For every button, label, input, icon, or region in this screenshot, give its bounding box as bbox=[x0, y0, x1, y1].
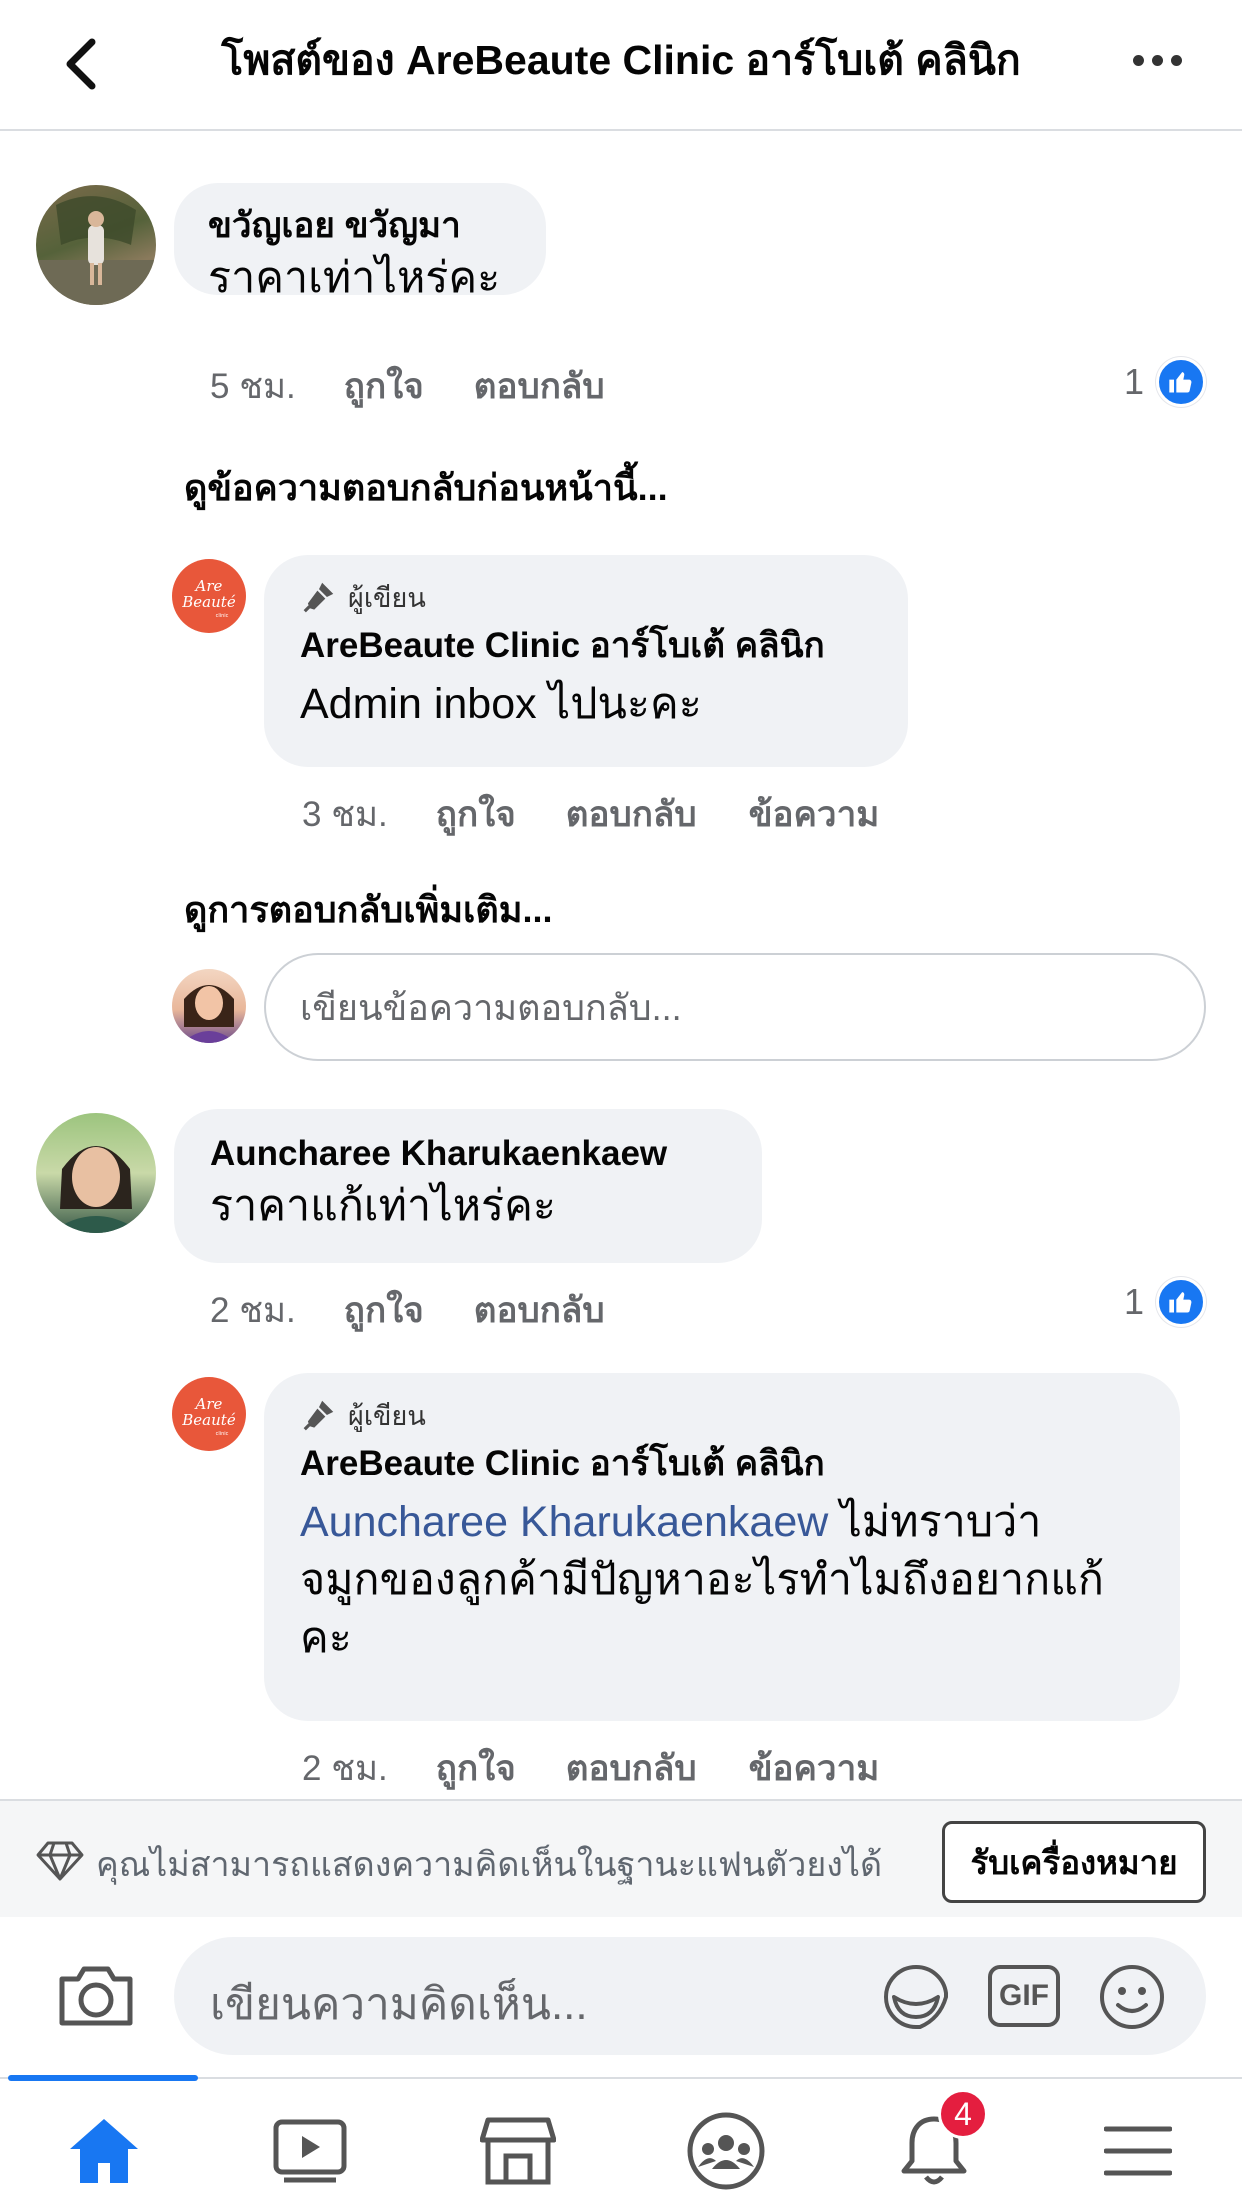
user-photo-icon bbox=[182, 985, 236, 1043]
reply-bubble[interactable]: ผู้เขียน AreBeaute Clinic อาร์โบเต้ คลิน… bbox=[264, 1373, 1180, 1721]
menu-icon bbox=[1104, 2126, 1172, 2176]
reply-button[interactable]: ตอบกลับ bbox=[566, 787, 697, 842]
reply-author[interactable]: AreBeaute Clinic อาร์โบเต้ คลินิก bbox=[300, 623, 872, 669]
active-tab-indicator bbox=[8, 2075, 198, 2081]
svg-text:clinic: clinic bbox=[216, 613, 229, 619]
avatar[interactable] bbox=[36, 1113, 156, 1233]
microphone-icon bbox=[303, 1400, 334, 1431]
author-badge: ผู้เขียน bbox=[300, 577, 872, 617]
comment-actions: 5 ชม. ถูกใจ ตอบกลับ bbox=[210, 359, 605, 414]
comment-author[interactable]: Auncharee Kharukaenkaew bbox=[210, 1131, 726, 1177]
view-more-replies-link[interactable]: ดูการตอบกลับเพิ่มเติม... bbox=[184, 881, 552, 938]
tab-notifications[interactable]: 4 bbox=[890, 2089, 988, 2193]
current-user-avatar bbox=[172, 969, 246, 1043]
user-photo-icon bbox=[36, 196, 156, 305]
comment-text: ราคาแก้เท่าไหร่คะ bbox=[210, 1182, 557, 1230]
svg-text:Beauté: Beauté bbox=[181, 593, 236, 611]
more-options-button[interactable] bbox=[1112, 24, 1202, 96]
back-button[interactable] bbox=[40, 24, 120, 104]
reply-author[interactable]: AreBeaute Clinic อาร์โบเต้ คลินิก bbox=[300, 1441, 1144, 1487]
clinic-avatar[interactable]: Are Beauté clinic bbox=[172, 559, 246, 633]
author-badge: ผู้เขียน bbox=[300, 1395, 1144, 1435]
tab-marketplace[interactable] bbox=[474, 2109, 562, 2193]
reply-bubble[interactable]: ผู้เขียน AreBeaute Clinic อาร์โบเต้ คลิน… bbox=[264, 555, 908, 767]
user-photo-icon bbox=[50, 1146, 142, 1233]
reply-text-line2: จมูกของลูกค้ามีปัญหาอะไรทำไมถึงอยากแก้ bbox=[300, 1556, 1104, 1604]
get-badge-button[interactable]: รับเครื่องหมาย bbox=[942, 1821, 1206, 1903]
comment-time: 2 ชม. bbox=[210, 1291, 296, 1330]
clinic-logo-icon: Are Beauté clinic bbox=[181, 577, 236, 619]
message-button[interactable]: ข้อความ bbox=[749, 787, 880, 842]
like-count: 1 bbox=[1124, 1281, 1145, 1322]
author-badge-label: ผู้เขียน bbox=[348, 582, 426, 613]
reply-input-placeholder: เขียนข้อความตอบกลับ... bbox=[300, 986, 682, 1028]
comment-actions: 2 ชม. ถูกใจ ตอบกลับ bbox=[210, 1283, 605, 1338]
clinic-avatar[interactable]: Are Beauté clinic bbox=[172, 1377, 246, 1451]
reply-text: Admin inbox ไปนะคะ bbox=[300, 680, 702, 728]
bottom-tab-bar: 4 bbox=[0, 2075, 1242, 2208]
avatar[interactable] bbox=[36, 185, 156, 305]
reply-text-line3: คะ bbox=[300, 1614, 352, 1662]
comment-composer: เขียนความคิดเห็น... GIF bbox=[0, 1917, 1242, 2077]
comment-bubble[interactable]: ขวัญเอย ขวัญมา ราคาเท่าไหร่คะ bbox=[174, 183, 546, 302]
gif-button[interactable]: GIF bbox=[988, 1965, 1060, 2027]
reply-button[interactable]: ตอบกลับ bbox=[474, 1283, 605, 1338]
watch-icon bbox=[273, 2119, 347, 2183]
thumbs-up-icon bbox=[1156, 1277, 1207, 1327]
comment-like-count[interactable]: 1 bbox=[1124, 1277, 1207, 1327]
reply-time: 3 ชม. bbox=[302, 795, 388, 834]
like-button[interactable]: ถูกใจ bbox=[436, 1741, 516, 1796]
groups-icon bbox=[687, 2112, 765, 2190]
microphone-icon bbox=[303, 582, 334, 613]
more-dot-icon bbox=[1132, 54, 1144, 66]
top-fan-notice: คุณไม่สามารถแสดงความคิดเห็นในฐานะแฟนตัวย… bbox=[0, 1799, 1242, 1917]
emoji-icon[interactable] bbox=[1096, 1961, 1168, 2033]
comment-input-placeholder: เขียนความคิดเห็น... bbox=[210, 1980, 588, 2029]
mention-link[interactable]: Auncharee Kharukaenkaew bbox=[300, 1498, 828, 1546]
sticker-icon[interactable] bbox=[880, 1961, 952, 2033]
reply-text: Auncharee Kharukaenkaew ไม่ทราบว่า จมูกข… bbox=[300, 1493, 1144, 1667]
more-dot-icon bbox=[1151, 54, 1163, 66]
reply-time: 2 ชม. bbox=[302, 1749, 388, 1788]
marketplace-icon bbox=[480, 2117, 556, 2185]
reply-input[interactable]: เขียนข้อความตอบกลับ... bbox=[264, 953, 1206, 1061]
reply-text-line1: ไม่ทราบว่า bbox=[828, 1498, 1042, 1546]
thumbs-up-icon bbox=[1156, 357, 1207, 407]
camera-icon[interactable] bbox=[56, 1955, 136, 2035]
page-title: โพสต์ของ AreBeaute Clinic อาร์โบเต้ คลิน… bbox=[221, 36, 1021, 83]
comment-bubble[interactable]: Auncharee Kharukaenkaew ราคาแก้เท่าไหร่ค… bbox=[174, 1109, 762, 1263]
like-button[interactable]: ถูกใจ bbox=[344, 1283, 424, 1338]
reply-button[interactable]: ตอบกลับ bbox=[566, 1741, 697, 1796]
comment-like-count[interactable]: 1 bbox=[1124, 357, 1207, 407]
tab-watch[interactable] bbox=[266, 2109, 354, 2193]
reply-actions: 3 ชม. ถูกใจ ตอบกลับ ข้อความ bbox=[302, 787, 879, 842]
top-bar: โพสต์ของ AreBeaute Clinic อาร์โบเต้ คลิน… bbox=[0, 0, 1242, 131]
home-icon bbox=[70, 2119, 138, 2183]
notice-message: คุณไม่สามารถแสดงความคิดเห็นในฐานะแฟนตัวย… bbox=[96, 1846, 883, 1884]
comment-time: 5 ชม. bbox=[210, 367, 296, 406]
view-previous-replies-link[interactable]: ดูข้อความตอบกลับก่อนหน้านี้... bbox=[184, 459, 668, 516]
gif-label: GIF bbox=[999, 1979, 1049, 2012]
message-button[interactable]: ข้อความ bbox=[749, 1741, 880, 1796]
comment-input[interactable]: เขียนความคิดเห็น... GIF bbox=[174, 1937, 1206, 2055]
clinic-logo-icon: Are Beauté clinic bbox=[181, 1395, 236, 1437]
svg-text:clinic: clinic bbox=[216, 1431, 229, 1437]
like-button[interactable]: ถูกใจ bbox=[436, 787, 516, 842]
author-badge-label: ผู้เขียน bbox=[348, 1400, 426, 1431]
reply-button[interactable]: ตอบกลับ bbox=[474, 359, 605, 414]
tab-menu[interactable] bbox=[1094, 2109, 1182, 2193]
like-button[interactable]: ถูกใจ bbox=[344, 359, 424, 414]
comment-text: ราคาเท่าไหร่คะ bbox=[208, 254, 501, 302]
chevron-left-icon bbox=[66, 38, 96, 90]
like-count: 1 bbox=[1124, 361, 1145, 402]
more-dot-icon bbox=[1170, 54, 1182, 66]
tab-home[interactable] bbox=[60, 2109, 148, 2193]
notifications-badge: 4 bbox=[938, 2089, 988, 2139]
comments-feed[interactable]: ขวัญเอย ขวัญมา ราคาเท่าไหร่คะ 5 ชม. ถูกใ… bbox=[0, 131, 1242, 1801]
tab-groups[interactable] bbox=[682, 2109, 770, 2193]
reply-actions: 2 ชม. ถูกใจ ตอบกลับ ข้อความ bbox=[302, 1741, 879, 1796]
comment-author[interactable]: ขวัญเอย ขวัญมา bbox=[208, 203, 512, 249]
svg-text:Beauté: Beauté bbox=[181, 1411, 236, 1429]
diamond-icon bbox=[36, 1841, 84, 1881]
